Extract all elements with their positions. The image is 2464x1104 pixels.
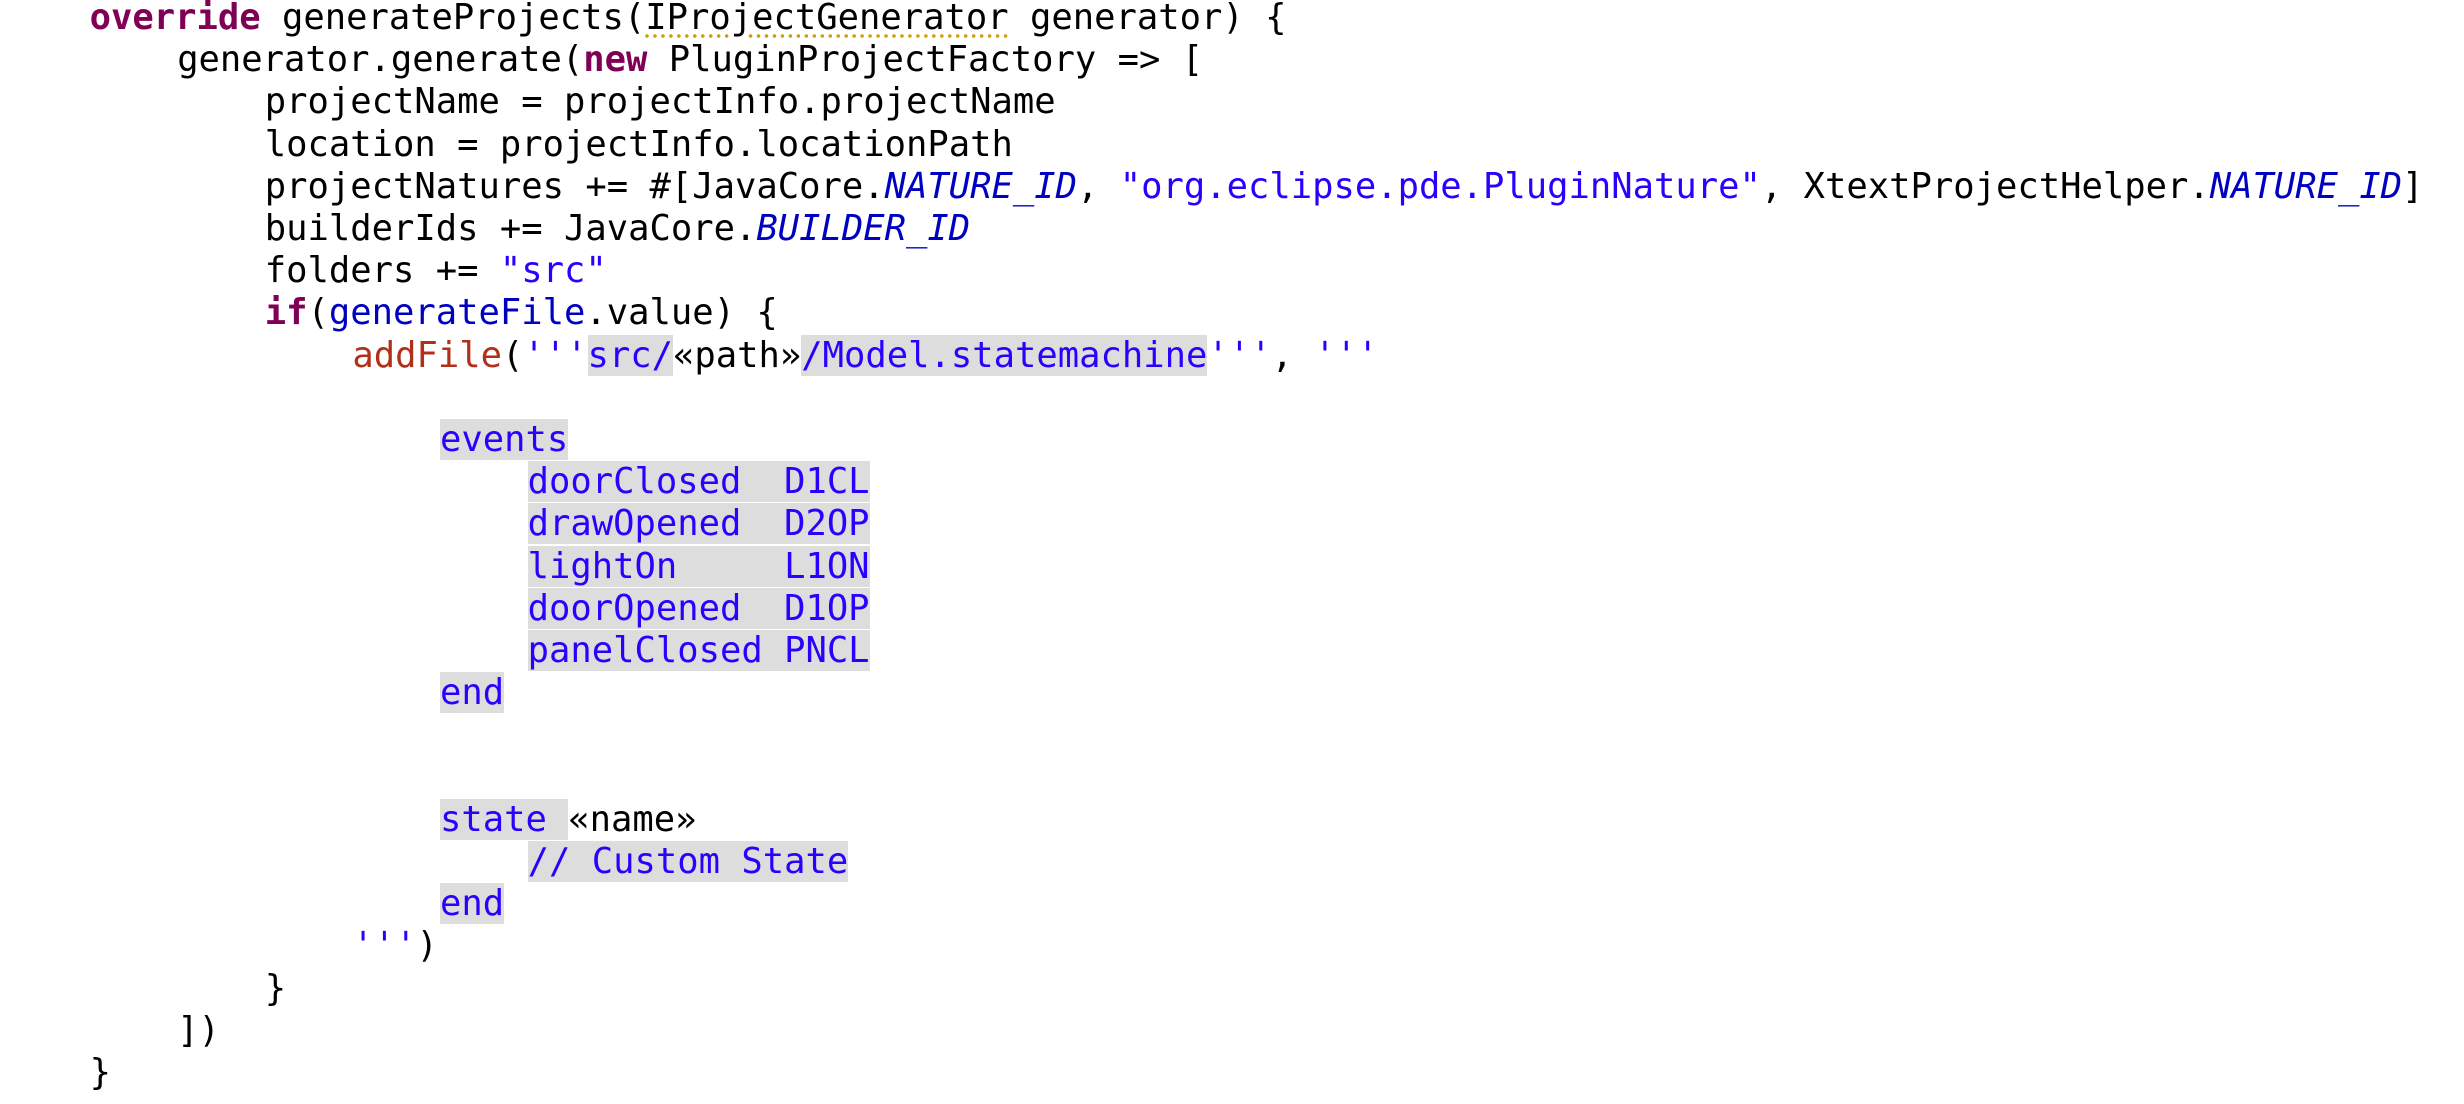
code-token: "org.eclipse.pde.PluginNature" [1119, 165, 1761, 207]
code-line: ]) [177, 1010, 220, 1052]
code-token: ''' [352, 925, 417, 967]
code-line: folders += "src" [265, 250, 607, 292]
code-line: addFile('''src/«path»/Model.statemachine… [352, 334, 1379, 377]
code-token: end [440, 672, 505, 714]
code-token: "src" [499, 250, 607, 292]
code-editor[interactable]: override generateProjects(IProjectGenera… [0, 0, 2464, 1104]
code-token: ''' [1314, 334, 1379, 376]
code-token: , [1271, 334, 1315, 376]
code-line: end [440, 672, 505, 714]
code-token: projectName = projectInfo.projectName [264, 81, 1056, 123]
code-line: override generateProjects(IProjectGenera… [90, 0, 1287, 39]
code-token: ''' [523, 334, 588, 376]
code-line: projectNatures += #[JavaCore.NATURE_ID, … [265, 166, 2424, 208]
code-token: events [440, 419, 569, 460]
code-token: generateFile [328, 292, 586, 334]
code-token: if [264, 292, 308, 334]
code-token: builderIds += JavaCore. [264, 208, 757, 249]
code-token: «name» [568, 798, 697, 840]
code-line: if(generateFile.value) { [265, 292, 778, 334]
code-token: } [264, 967, 287, 1009]
code-token: // Custom State [527, 841, 849, 882]
code-token: doorOpened D1OP [527, 587, 870, 629]
code-line: projectName = projectInfo.projectName [265, 81, 1056, 123]
code-line: // Custom State [527, 841, 849, 883]
code-token: .value) { [585, 292, 778, 334]
code-line: } [90, 1052, 111, 1094]
code-token: ] [2402, 165, 2424, 207]
code-line: drawOpened D2OP [527, 503, 870, 545]
code-token: addFile [352, 334, 503, 376]
code-line: builderIds += JavaCore.BUILDER_ID [265, 208, 970, 250]
code-token: ) [416, 925, 438, 967]
code-token: generateProjects( [260, 0, 646, 38]
code-token: NATURE_ID [884, 165, 1077, 207]
code-token: override [89, 0, 261, 38]
code-line: panelClosed PNCL [527, 630, 870, 672]
code-line: doorClosed D1CL [527, 461, 870, 503]
code-token: state [440, 798, 569, 840]
code-token: lightOn L1ON [527, 545, 870, 587]
code-token: ]) [177, 1009, 220, 1051]
code-token: ( [502, 334, 524, 376]
code-token: panelClosed PNCL [527, 630, 870, 671]
code-token: BUILDER_ID [756, 208, 971, 249]
code-line: lightOn L1ON [527, 545, 870, 588]
code-token: «path» [673, 334, 802, 376]
code-token: location = projectInfo.locationPath [264, 123, 1013, 165]
code-token: drawOpened D2OP [527, 503, 870, 545]
code-token: IProjectGenerator [645, 0, 1009, 38]
code-token: generator) { [1008, 0, 1287, 38]
code-line: } [265, 968, 286, 1010]
code-token: , [1076, 165, 1120, 207]
code-line: generator.generate(new PluginProjectFact… [177, 39, 1203, 81]
code-token: PluginProjectFactory => [ [647, 39, 1204, 81]
code-line: doorOpened D1OP [527, 587, 870, 630]
code-token: end [440, 883, 505, 925]
code-token: ''' [1207, 334, 1272, 376]
code-token: projectNatures += #[JavaCore. [264, 165, 885, 207]
code-token: doorClosed D1CL [527, 461, 870, 503]
code-token: /Model.statemachine [801, 334, 1208, 376]
code-token: NATURE_ID [2209, 165, 2403, 207]
code-line: events [440, 419, 569, 461]
code-token: src/ [587, 334, 674, 376]
code-line: end [440, 883, 505, 925]
code-token: , XtextProjectHelper. [1760, 165, 2210, 207]
code-token: ( [307, 292, 329, 334]
code-token: } [89, 1052, 111, 1093]
code-line: ''') [352, 925, 438, 967]
code-token: folders += [264, 250, 500, 292]
code-token: new [583, 39, 648, 81]
code-line: location = projectInfo.locationPath [265, 124, 1013, 166]
code-line: state «name» [440, 798, 697, 841]
code-token: generator.generate( [177, 39, 584, 81]
